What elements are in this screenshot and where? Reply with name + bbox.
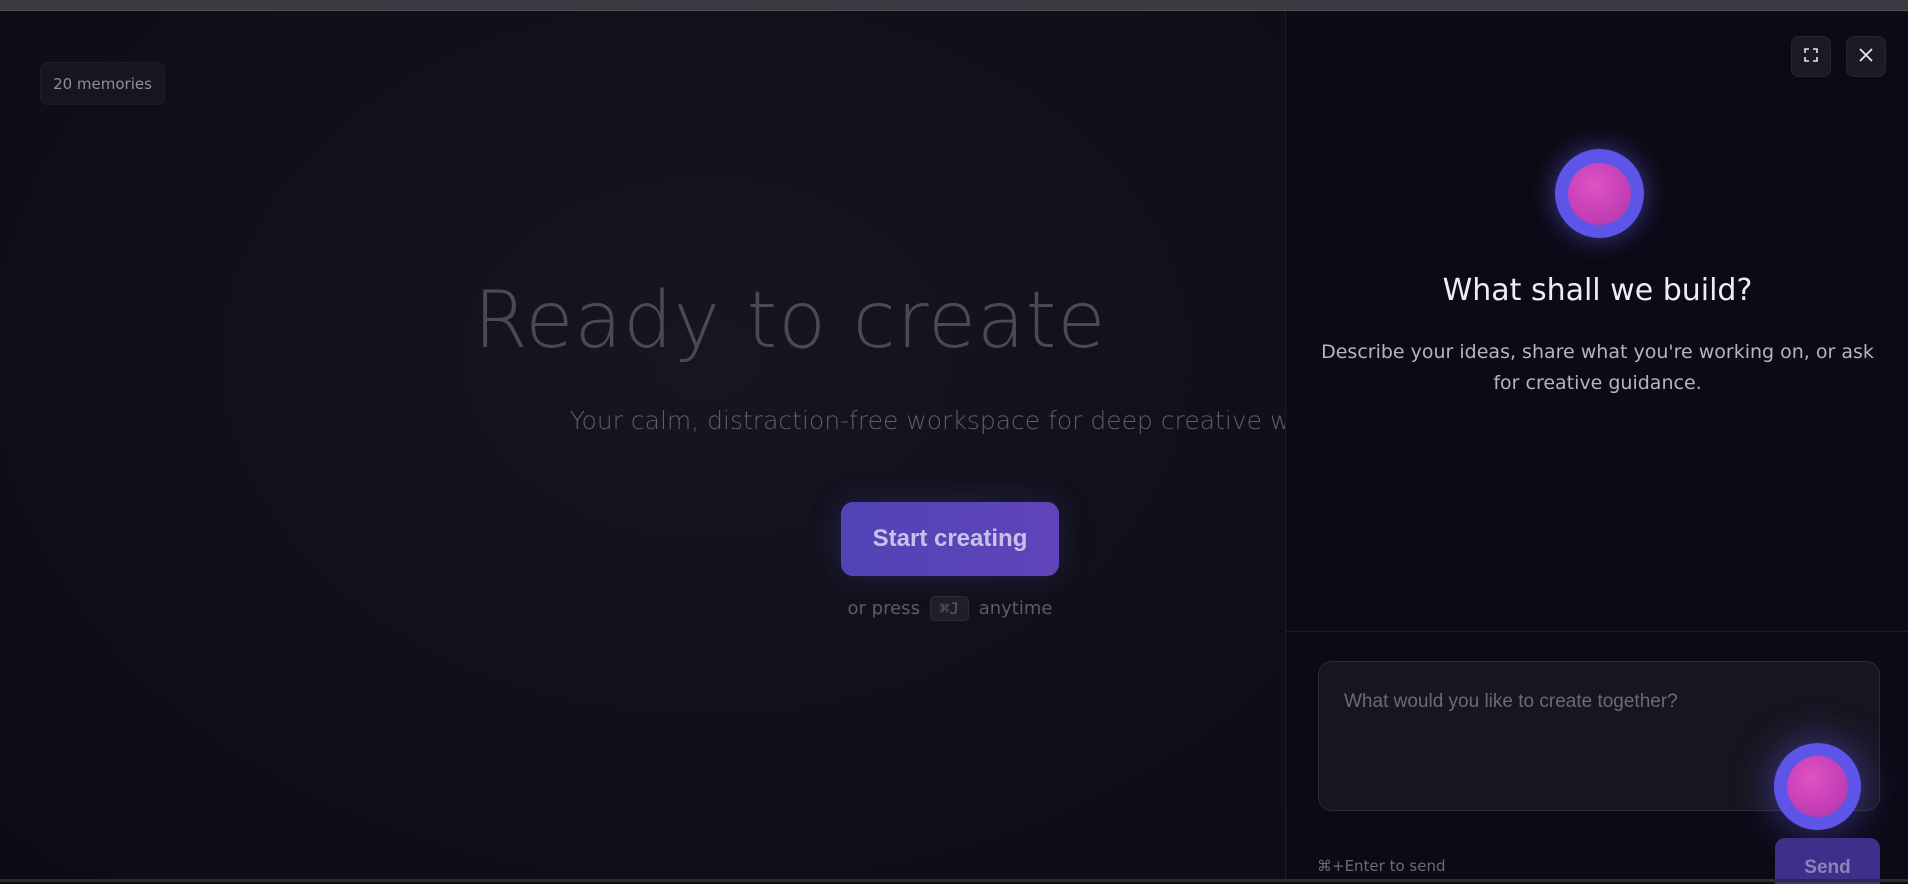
hero-title: Ready to create (473, 276, 1107, 366)
main-workspace: 20 memories Ready to create Your calm, d… (0, 11, 1330, 879)
shortcut-hint: or press ⌘J anytime (760, 596, 1140, 621)
panel-description: Describe your ideas, share what you're w… (1321, 341, 1874, 394)
window-top-bar (0, 0, 1908, 11)
send-button[interactable]: Send (1775, 838, 1880, 884)
assistant-panel: What shall we build? Describe your ideas… (1285, 11, 1908, 884)
voice-orb-button[interactable] (1774, 743, 1861, 830)
shortcut-hint-prefix: or press (847, 598, 920, 619)
shortcut-key: ⌘J (929, 596, 969, 621)
close-icon (1858, 47, 1874, 67)
panel-title: What shall we build? (1442, 273, 1753, 308)
close-button[interactable] (1846, 36, 1886, 77)
expand-icon (1803, 47, 1819, 67)
send-hint: ⌘+Enter to send (1317, 857, 1446, 875)
expand-button[interactable] (1791, 36, 1831, 77)
start-creating-button[interactable]: Start creating (841, 502, 1059, 576)
assistant-orb-icon (1555, 149, 1644, 238)
panel-divider (1286, 631, 1908, 632)
shortcut-hint-suffix: anytime (978, 598, 1053, 619)
memories-badge[interactable]: 20 memories (40, 62, 165, 105)
